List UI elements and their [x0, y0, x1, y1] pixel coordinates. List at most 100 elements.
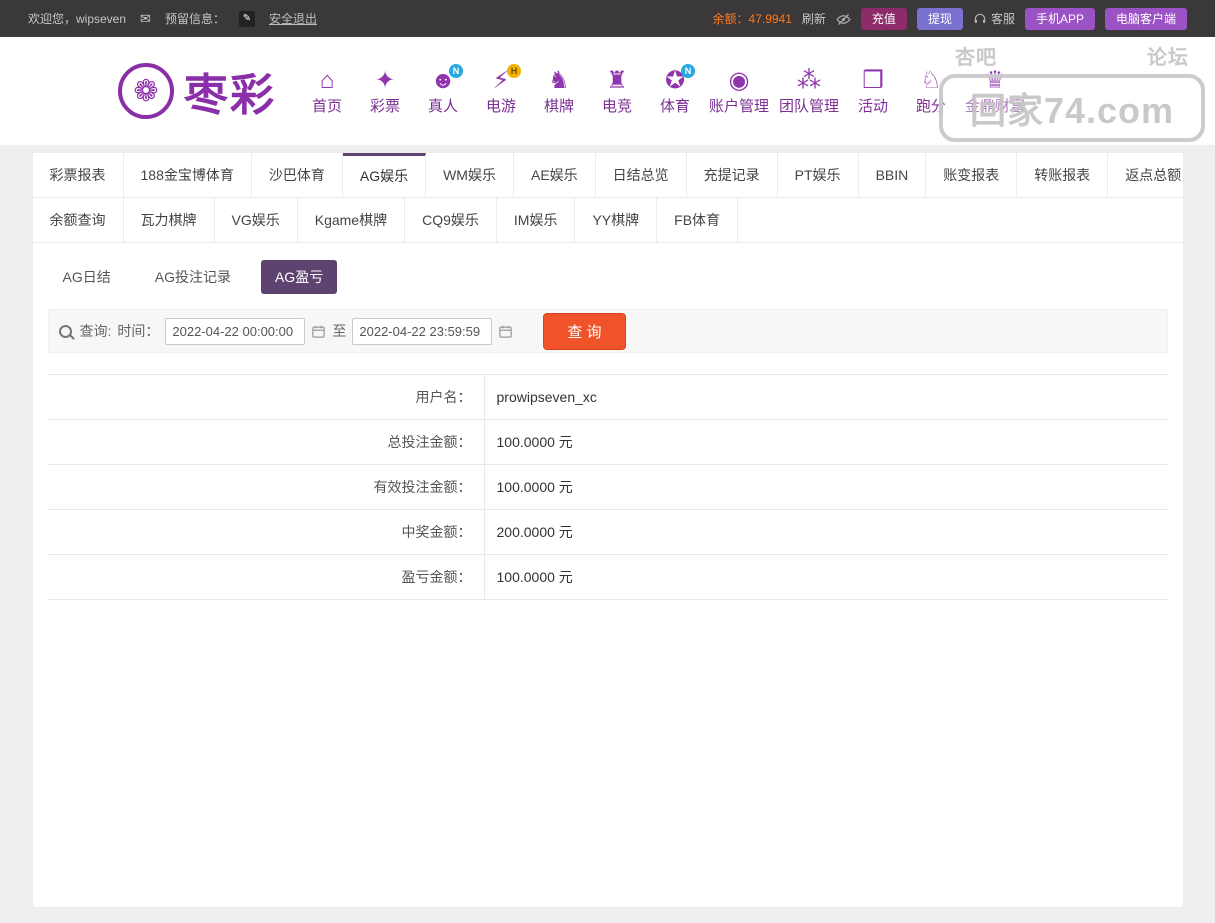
nav-label: 账户管理: [709, 97, 769, 117]
chess-icon: ♞: [535, 65, 583, 97]
subtab-ag-bet-record[interactable]: AG投注记录: [141, 260, 245, 294]
tab-yy-chess[interactable]: YY棋牌: [575, 198, 657, 242]
topbar: 欢迎您，wipseven ✉ 预留信息： ✎ 安全退出 余额：47.9941 刷…: [0, 0, 1215, 37]
nav-item-egames[interactable]: ⚡H 电游: [472, 65, 530, 117]
search-icon: [59, 325, 72, 338]
nav-label: 彩票: [361, 97, 409, 117]
nav-item-account-manage[interactable]: ◉ 账户管理: [704, 65, 774, 117]
sports-icon: ✪N: [651, 65, 699, 97]
row-value-valid-bet: 100.0000 元: [485, 465, 573, 509]
nav-item-activity[interactable]: ❒ 活动: [844, 65, 902, 117]
mail-icon[interactable]: ✉: [140, 11, 151, 27]
gift-icon: ❒: [849, 65, 897, 97]
site-header: ❁ 枣彩 ⌂ 首页 ✦ 彩票 ☻N 真人 ⚡H 电游 ♞ 棋牌 ♜ 电竞 ✪N: [0, 37, 1215, 145]
nav-label: 棋牌: [535, 97, 583, 117]
tab-ag-entertainment[interactable]: AG娱乐: [343, 153, 426, 197]
end-time-input[interactable]: [352, 318, 492, 345]
nav-label: 团队管理: [779, 97, 839, 117]
customer-service[interactable]: 客服: [973, 10, 1015, 27]
nav-item-sports[interactable]: ✪N 体育: [646, 65, 704, 117]
start-time-input[interactable]: [165, 318, 305, 345]
logout-link[interactable]: 安全退出: [269, 10, 317, 27]
table-row: 中奖金额： 200.0000 元: [48, 510, 1168, 555]
nav-label: 金鼎财富: [965, 97, 1025, 117]
tab-deposit-withdraw-record[interactable]: 充提记录: [687, 153, 778, 197]
row-label-valid-bet: 有效投注金额：: [48, 465, 485, 509]
tab-188-sports[interactable]: 188金宝博体育: [124, 153, 252, 197]
subtab-ag-profit-loss[interactable]: AG盈亏: [261, 260, 337, 294]
nav-item-esports[interactable]: ♜ 电竞: [588, 65, 646, 117]
row-label-username: 用户名：: [48, 375, 485, 419]
watermark-right: 论坛: [1147, 41, 1189, 70]
nav-label: 活动: [849, 97, 897, 117]
tab-lottery-report[interactable]: 彩票报表: [33, 153, 124, 197]
search-bar: 查询: 时间： 至 查 询: [48, 309, 1168, 353]
tab-balance-query[interactable]: 余额查询: [33, 198, 124, 242]
balance-value: 47.9941: [749, 12, 792, 26]
tab-kgame-chess[interactable]: Kgame棋牌: [298, 198, 405, 242]
report-tabs-row1: 彩票报表 188金宝博体育 沙巴体育 AG娱乐 WM娱乐 AE娱乐 日结总览 充…: [33, 153, 1183, 198]
tab-saba-sports[interactable]: 沙巴体育: [252, 153, 343, 197]
recharge-button[interactable]: 充值: [861, 8, 907, 30]
site-logo[interactable]: ❁ 枣彩: [118, 59, 276, 123]
logo-text: 枣彩: [184, 59, 276, 123]
main-nav: ⌂ 首页 ✦ 彩票 ☻N 真人 ⚡H 电游 ♞ 棋牌 ♜ 电竞 ✪N 体育 ◉: [298, 65, 1030, 117]
esports-icon: ♜: [593, 65, 641, 97]
tab-im-entertainment[interactable]: IM娱乐: [497, 198, 576, 242]
nav-label: 体育: [651, 97, 699, 117]
row-label-profit-loss: 盈亏金额：: [48, 555, 485, 599]
nav-item-live[interactable]: ☻N 真人: [414, 65, 472, 117]
hot-badge: H: [507, 64, 521, 78]
logo-flower-icon: ❁: [118, 63, 174, 119]
tab-wm-entertainment[interactable]: WM娱乐: [426, 153, 514, 197]
nav-item-paofen[interactable]: ♘ 跑分: [902, 65, 960, 117]
table-row: 有效投注金额： 100.0000 元: [48, 465, 1168, 510]
withdraw-button[interactable]: 提现: [917, 8, 963, 30]
balance-label: 余额：: [713, 12, 749, 26]
row-value-username: prowipseven_xc: [485, 375, 597, 419]
nav-item-home[interactable]: ⌂ 首页: [298, 65, 356, 117]
calendar-icon-start[interactable]: [311, 323, 326, 340]
nav-item-chess[interactable]: ♞ 棋牌: [530, 65, 588, 117]
new-badge: N: [449, 64, 463, 78]
table-row: 盈亏金额： 100.0000 元: [48, 555, 1168, 600]
eye-off-icon[interactable]: [836, 10, 851, 26]
team-manage-icon: ⁂: [779, 65, 839, 97]
nav-label: 首页: [303, 97, 351, 117]
row-label-total-bet: 总投注金额：: [48, 420, 485, 464]
nav-label: 跑分: [907, 97, 955, 117]
tab-transfer-report[interactable]: 转账报表: [1017, 153, 1108, 197]
nav-item-lottery[interactable]: ✦ 彩票: [356, 65, 414, 117]
nav-item-wealth[interactable]: ♛ 金鼎财富: [960, 65, 1030, 117]
tab-cq9-entertainment[interactable]: CQ9娱乐: [405, 198, 497, 242]
calendar-icon-end[interactable]: [498, 323, 513, 340]
tab-daily-overview[interactable]: 日结总览: [596, 153, 687, 197]
tab-account-change-report[interactable]: 账变报表: [926, 153, 1017, 197]
nav-label: 电游: [477, 97, 525, 117]
new-badge: N: [681, 64, 695, 78]
tab-fb-sports[interactable]: FB体育: [657, 198, 738, 242]
edit-icon[interactable]: ✎: [239, 11, 255, 27]
home-icon: ⌂: [303, 65, 351, 97]
reserved-info-label: 预留信息：: [165, 10, 225, 27]
tab-ae-entertainment[interactable]: AE娱乐: [514, 153, 596, 197]
between-label: 至: [332, 321, 346, 341]
row-label-winning: 中奖金额：: [48, 510, 485, 554]
refresh-link[interactable]: 刷新: [802, 10, 826, 27]
mobile-app-button[interactable]: 手机APP: [1025, 8, 1095, 30]
row-value-profit-loss: 100.0000 元: [485, 555, 573, 599]
tab-pt-entertainment[interactable]: PT娱乐: [778, 153, 859, 197]
tab-bbin[interactable]: BBIN: [859, 153, 927, 197]
balance-text: 余额：47.9941: [713, 10, 792, 27]
welcome-text: 欢迎您，wipseven: [28, 10, 126, 27]
service-label: 客服: [991, 10, 1015, 27]
subtab-ag-daily[interactable]: AG日结: [49, 260, 125, 294]
pc-client-button[interactable]: 电脑客户端: [1105, 8, 1187, 30]
query-button[interactable]: 查 询: [543, 313, 625, 350]
wealth-icon: ♛: [965, 65, 1025, 97]
row-value-total-bet: 100.0000 元: [485, 420, 573, 464]
nav-item-team-manage[interactable]: ⁂ 团队管理: [774, 65, 844, 117]
tab-vg-entertainment[interactable]: VG娱乐: [215, 198, 298, 242]
tab-wali-chess[interactable]: 瓦力棋牌: [124, 198, 215, 242]
tab-rebate-total[interactable]: 返点总额: [1108, 153, 1199, 197]
